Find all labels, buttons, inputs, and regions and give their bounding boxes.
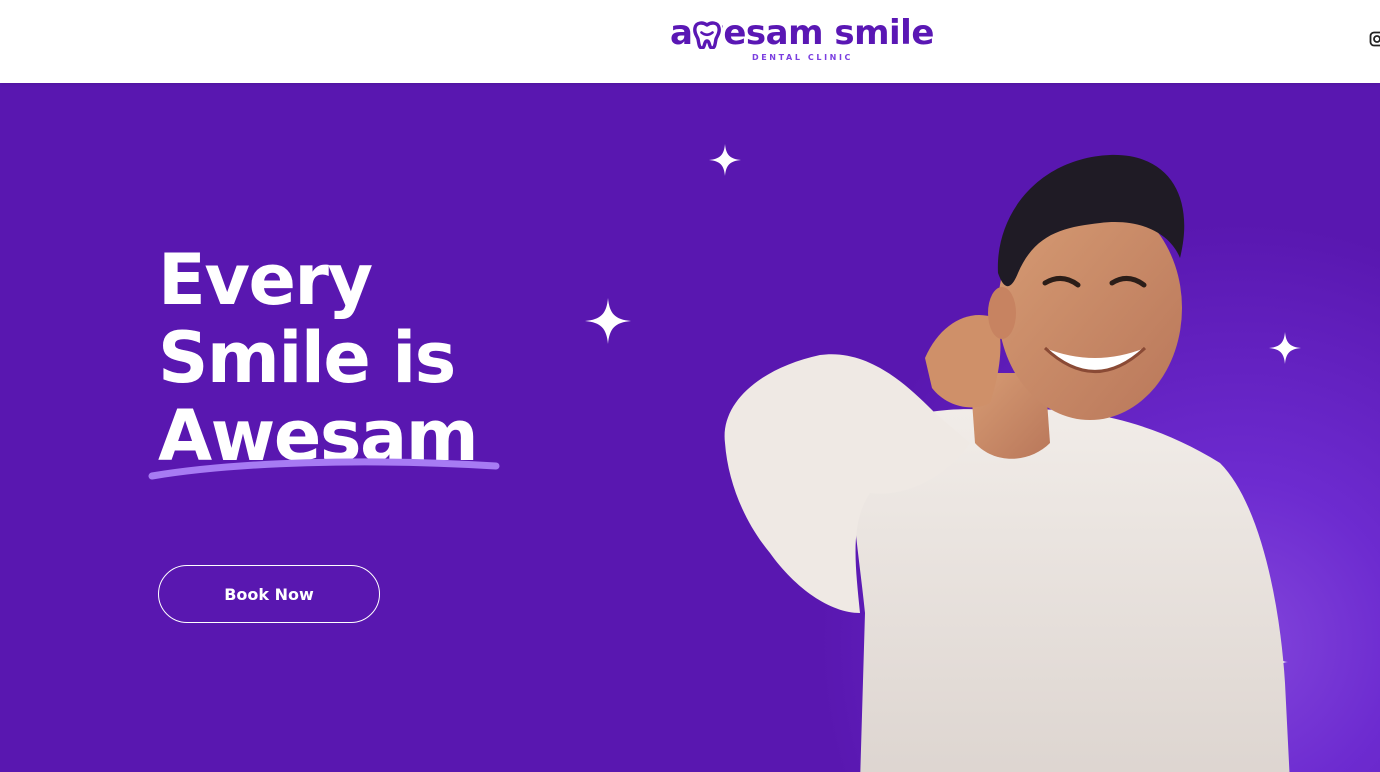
logo-link[interactable]: awesam smile DENTAL CLINIC — [670, 13, 934, 65]
instagram-icon[interactable] — [1369, 31, 1380, 47]
site-header: awesam smile DENTAL CLINIC — [0, 0, 1380, 83]
headline-line-1: Every — [158, 239, 373, 321]
smiling-man-photo — [724, 154, 1290, 772]
hero-section: Every Smile is Awesam Book Now — [0, 83, 1380, 772]
sparkle-icon — [585, 298, 631, 344]
headline-line-2: Smile is — [158, 317, 456, 399]
hero-headline: Every Smile is Awesam — [158, 239, 479, 475]
book-now-button[interactable]: Book Now — [158, 565, 380, 623]
headline-underline — [148, 458, 500, 480]
tooth-icon — [692, 21, 722, 50]
logo-tagline: DENTAL CLINIC — [752, 53, 853, 62]
